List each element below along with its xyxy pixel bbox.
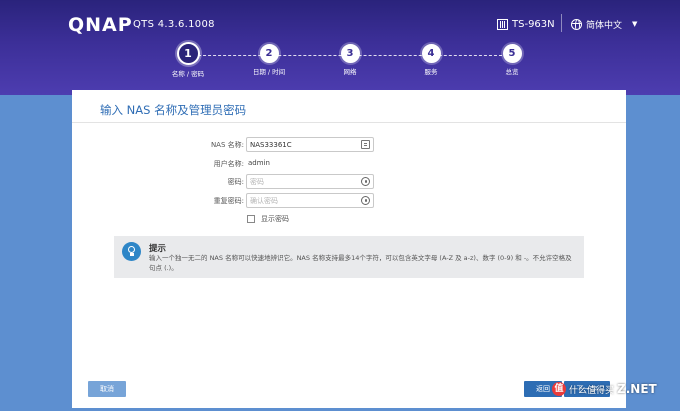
- password-input[interactable]: [246, 174, 374, 189]
- show-password-toggle[interactable]: 显示密码: [247, 214, 289, 224]
- confirm-password-input[interactable]: [246, 193, 374, 208]
- nas-name-label: NAS 名称:: [210, 141, 244, 149]
- password-label: 密码:: [227, 178, 244, 186]
- watermark-site: Z.NET: [617, 382, 657, 396]
- cancel-button[interactable]: 取消: [88, 381, 126, 397]
- title-divider: [72, 122, 626, 123]
- nas-device-icon: [497, 18, 508, 30]
- step-number: 3: [340, 44, 360, 63]
- model-name: TS-963N: [512, 18, 555, 30]
- site-watermark: 值 什么值得买 Z.NET: [552, 382, 657, 396]
- step-3: 3 网络: [310, 44, 390, 76]
- tip-box: 提示 输入一个独一无二的 NAS 名称可以快速地辨识它。NAS 名称支持最多14…: [114, 236, 584, 278]
- step-number: 2: [259, 44, 279, 63]
- wizard-panel: 输入 NAS 名称及管理员密码 NAS 名称: 用户名称: admin 密码: …: [72, 90, 626, 408]
- step-4: 4 服务: [391, 44, 471, 76]
- step-label: 名称 / 密码: [171, 70, 205, 78]
- username-row: 用户名称: admin: [72, 156, 626, 172]
- step-number: 1: [176, 42, 200, 65]
- qnap-logo: QNAP: [68, 14, 133, 36]
- show-password-label: 显示密码: [261, 215, 289, 223]
- watermark-badge: 值: [552, 382, 566, 396]
- device-model: TS-963N: [497, 16, 555, 32]
- top-header: QNAP QTS 4.3.6.1008 TS-963N 简体中文 ▼ 1 名称 …: [0, 0, 680, 95]
- step-number: 4: [421, 44, 441, 63]
- step-5: 5 总览: [472, 44, 552, 76]
- firmware-version: QTS 4.3.6.1008: [133, 19, 215, 30]
- language-label: 简体中文: [586, 20, 623, 31]
- step-label: 网络: [343, 68, 357, 76]
- step-2: 2 日期 / 时间: [229, 44, 309, 76]
- nas-name-row: NAS 名称:: [72, 137, 626, 153]
- password-row: 密码:: [72, 174, 626, 190]
- step-label: 总览: [505, 68, 519, 76]
- tip-text: 输入一个独一无二的 NAS 名称可以快速地辨识它。NAS 名称支持最多14个字符…: [149, 254, 572, 272]
- step-label: 日期 / 时间: [252, 68, 286, 76]
- nas-name-input[interactable]: [246, 137, 374, 152]
- language-selector[interactable]: 简体中文 ▼: [571, 16, 637, 32]
- show-password-checkbox[interactable]: [247, 215, 255, 223]
- caret-down-icon: ▼: [632, 20, 638, 28]
- header-divider: [561, 14, 562, 32]
- username-value: admin: [248, 159, 270, 167]
- step-label: 服务: [424, 68, 438, 76]
- eye-icon[interactable]: [361, 177, 370, 186]
- eye-icon[interactable]: [361, 196, 370, 205]
- confirm-password-row: 重复密码:: [72, 193, 626, 209]
- step-1: 1 名称 / 密码: [148, 42, 228, 78]
- page-title: 输入 NAS 名称及管理员密码: [100, 103, 247, 117]
- step-number: 5: [502, 44, 522, 63]
- lightbulb-icon: [122, 242, 141, 261]
- confirm-password-label: 重复密码:: [213, 197, 244, 205]
- watermark-text: 什么值得买: [569, 385, 615, 396]
- globe-icon: [571, 18, 582, 30]
- id-card-icon[interactable]: [361, 140, 370, 149]
- username-label: 用户名称:: [213, 160, 244, 168]
